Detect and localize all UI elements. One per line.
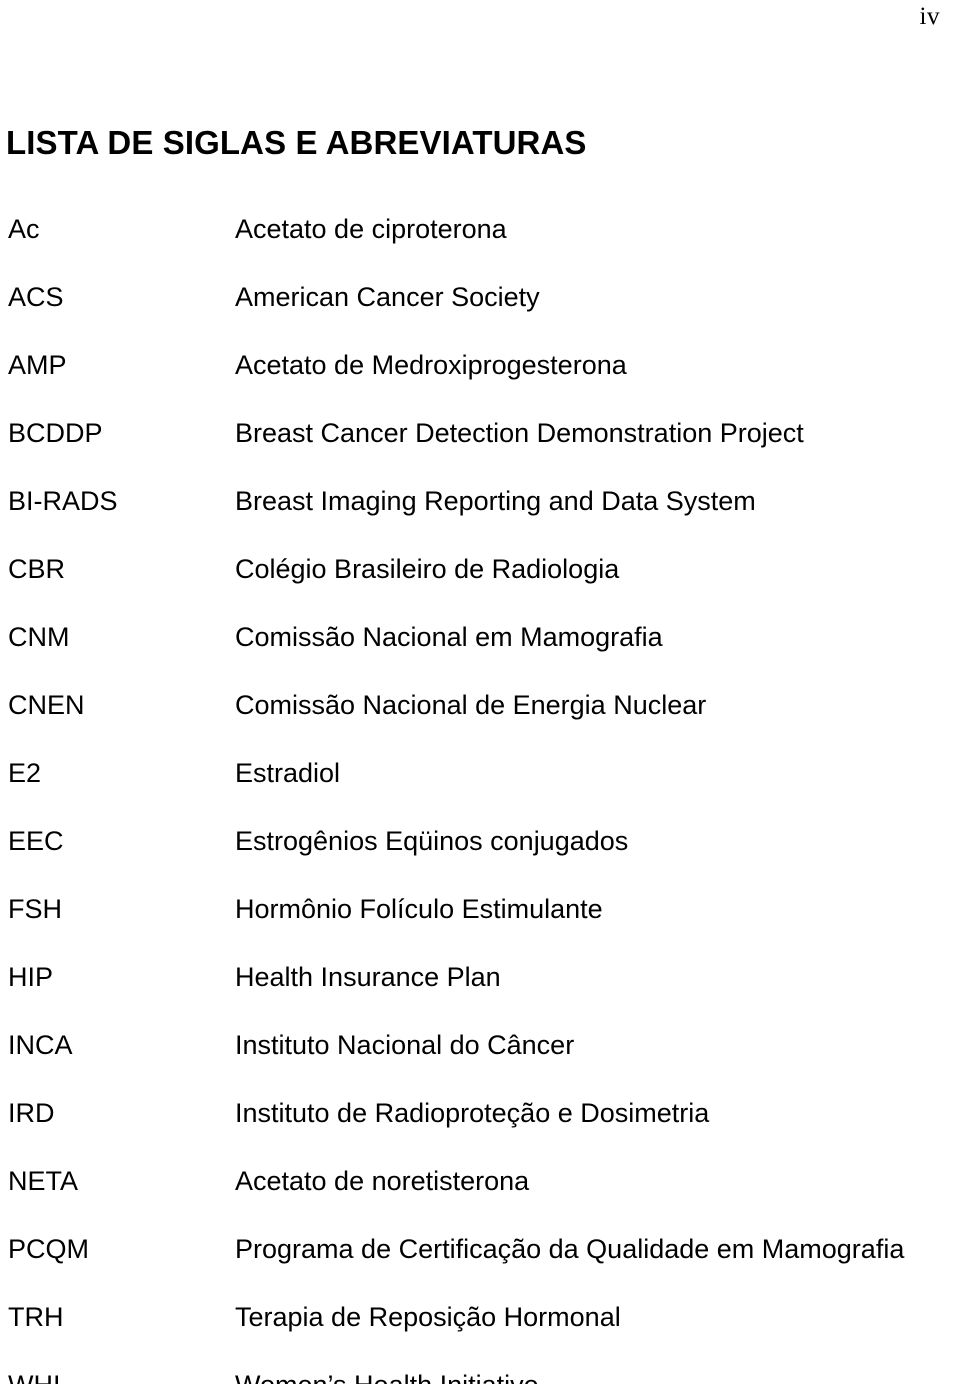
abbreviation-term: AMP [8,350,67,380]
abbreviation-definition: Programa de Certificação da Qualidade em… [235,1234,905,1264]
page-title: LISTA DE SIGLAS E ABREVIATURAS [6,124,587,162]
abbreviation-row: TRH Terapia de Reposição Hormonal [0,1300,960,1368]
abbreviation-definition: Comissão Nacional de Energia Nuclear [235,690,707,720]
abbreviation-definition: Instituto Nacional do Câncer [235,1030,575,1060]
abbreviation-row: ACS American Cancer Society [0,280,960,348]
abbreviation-definition: Acetato de noretisterona [235,1166,530,1196]
abbreviation-definition: Estradiol [235,758,341,788]
abbreviation-term: CNEN [8,690,85,720]
abbreviation-definition: Estrogênios Eqüinos conjugados [235,826,629,856]
abbreviation-row: NETA Acetato de noretisterona [0,1164,960,1232]
abbreviation-term: CNM [8,622,70,652]
abbreviation-row: Ac Acetato de ciproterona [0,212,960,280]
abbreviation-term: FSH [8,894,62,924]
abbreviation-term: TRH [8,1302,64,1332]
abbreviation-row: PCQM Programa de Certificação da Qualidad… [0,1232,960,1300]
abbreviation-row: CBR Colégio Brasileiro de Radiologia [0,552,960,620]
abbreviation-row: EEC Estrogênios Eqüinos conjugados [0,824,960,892]
abbreviation-definition: Comissão Nacional em Mamografia [235,622,663,652]
abbreviation-row: BI-RADS Breast Imaging Reporting and Data… [0,484,960,552]
abbreviation-row: WHI Women’s Health Initiative [0,1368,960,1384]
document-page: iv LISTA DE SIGLAS E ABREVIATURAS Ac Acet… [0,0,960,1384]
abbreviation-definition: Women’s Health Initiative [235,1368,539,1384]
abbreviation-definition: Acetato de ciproterona [235,214,507,244]
abbreviation-term: Ac [8,214,40,244]
abbreviation-row: FSH Hormônio Folículo Estimulante [0,892,960,960]
abbreviation-definition: Instituto de Radioproteção e Dosimetria [235,1098,710,1128]
abbreviation-row: E2 Estradiol [0,756,960,824]
abbreviation-term: CBR [8,554,66,584]
abbreviation-term: IRD [8,1098,55,1128]
abbreviation-row: AMP Acetato de Medroxiprogesterona [0,348,960,416]
abbreviation-row: CNM Comissão Nacional em Mamografia [0,620,960,688]
abbreviation-term: WHI [8,1368,223,1384]
abbreviation-term: ACS [8,282,64,312]
abbreviation-row: CNEN Comissão Nacional de Energia Nuclear [0,688,960,756]
abbreviation-definition: Breast Cancer Detection Demonstration Pr… [235,418,804,448]
abbreviation-term: BI-RADS [8,486,118,516]
abbreviation-term: INCA [8,1030,73,1060]
abbreviation-definition: American Cancer Society [235,282,540,312]
abbreviation-term: PCQM [8,1234,89,1264]
abbreviation-term: HIP [8,962,54,992]
abbreviation-list: Ac Acetato de ciproterona ACS American Canc… [0,212,960,1384]
abbreviation-term: BCDDP [8,418,103,448]
abbreviation-row: INCA Instituto Nacional do Câncer [0,1028,960,1096]
abbreviation-term: NETA [8,1166,79,1196]
abbreviation-definition: Terapia de Reposição Hormonal [235,1302,621,1332]
abbreviation-definition: Acetato de Medroxiprogesterona [235,350,627,380]
abbreviation-term: E2 [8,758,42,788]
abbreviation-definition: Health Insurance Plan [235,962,501,992]
abbreviation-definition: Breast Imaging Reporting and Data System [235,486,756,516]
abbreviation-row: BCDDP Breast Cancer Detection Demonstrati… [0,416,960,484]
abbreviation-term: EEC [8,826,64,856]
abbreviation-row: HIP Health Insurance Plan [0,960,960,1028]
abbreviation-definition: Colégio Brasileiro de Radiologia [235,554,620,584]
abbreviation-row: IRD Instituto de Radioproteção e Dosimetr… [0,1096,960,1164]
page-number: iv [919,3,940,30]
abbreviation-definition: Hormônio Folículo Estimulante [235,894,603,924]
